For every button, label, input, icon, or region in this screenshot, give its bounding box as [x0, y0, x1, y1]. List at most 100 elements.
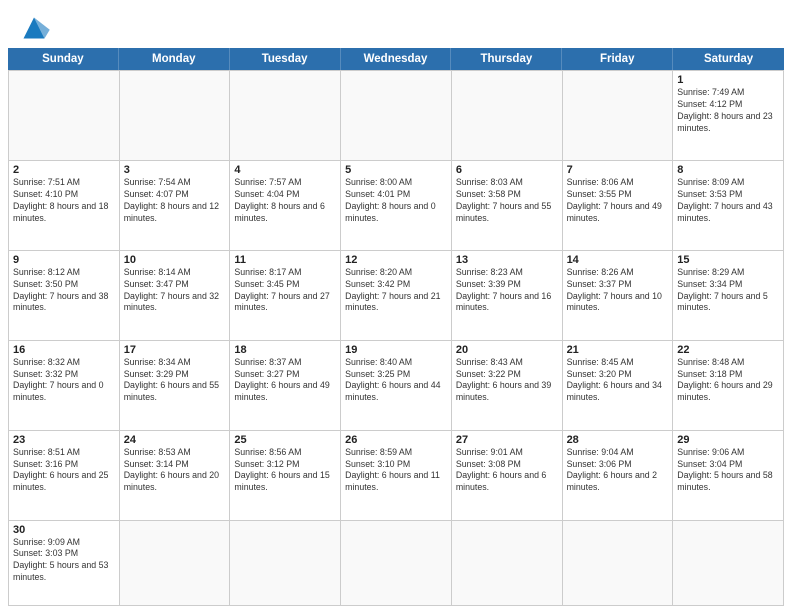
day-info: Sunrise: 9:01 AM Sunset: 3:08 PM Dayligh…	[456, 447, 558, 495]
day-info: Sunrise: 8:12 AM Sunset: 3:50 PM Dayligh…	[13, 267, 115, 315]
calendar-cell: 19Sunrise: 8:40 AM Sunset: 3:25 PM Dayli…	[341, 341, 452, 431]
day-info: Sunrise: 8:32 AM Sunset: 3:32 PM Dayligh…	[13, 357, 115, 405]
calendar-cell	[452, 71, 563, 161]
day-number: 16	[13, 344, 115, 356]
day-number: 20	[456, 344, 558, 356]
calendar-cell: 29Sunrise: 9:06 AM Sunset: 3:04 PM Dayli…	[673, 431, 784, 521]
day-info: Sunrise: 8:00 AM Sunset: 4:01 PM Dayligh…	[345, 177, 447, 225]
day-info: Sunrise: 8:45 AM Sunset: 3:20 PM Dayligh…	[567, 357, 669, 405]
calendar-cell	[563, 521, 674, 606]
day-number: 7	[567, 164, 669, 176]
calendar-cell: 8Sunrise: 8:09 AM Sunset: 3:53 PM Daylig…	[673, 161, 784, 251]
calendar-header: SundayMondayTuesdayWednesdayThursdayFrid…	[8, 48, 784, 70]
calendar-cell	[341, 521, 452, 606]
calendar-cell	[120, 71, 231, 161]
calendar-cell: 10Sunrise: 8:14 AM Sunset: 3:47 PM Dayli…	[120, 251, 231, 341]
day-info: Sunrise: 8:20 AM Sunset: 3:42 PM Dayligh…	[345, 267, 447, 315]
day-number: 2	[13, 164, 115, 176]
calendar-cell: 6Sunrise: 8:03 AM Sunset: 3:58 PM Daylig…	[452, 161, 563, 251]
day-info: Sunrise: 9:04 AM Sunset: 3:06 PM Dayligh…	[567, 447, 669, 495]
calendar-cell: 23Sunrise: 8:51 AM Sunset: 3:16 PM Dayli…	[9, 431, 120, 521]
page: SundayMondayTuesdayWednesdayThursdayFrid…	[0, 0, 792, 612]
day-info: Sunrise: 8:37 AM Sunset: 3:27 PM Dayligh…	[234, 357, 336, 405]
day-number: 26	[345, 434, 447, 446]
calendar-cell	[673, 521, 784, 606]
calendar-cell: 15Sunrise: 8:29 AM Sunset: 3:34 PM Dayli…	[673, 251, 784, 341]
day-info: Sunrise: 8:34 AM Sunset: 3:29 PM Dayligh…	[124, 357, 226, 405]
cal-header-day: Monday	[119, 48, 230, 70]
calendar-cell: 3Sunrise: 7:54 AM Sunset: 4:07 PM Daylig…	[120, 161, 231, 251]
day-number: 13	[456, 254, 558, 266]
calendar-cell: 28Sunrise: 9:04 AM Sunset: 3:06 PM Dayli…	[563, 431, 674, 521]
day-info: Sunrise: 8:56 AM Sunset: 3:12 PM Dayligh…	[234, 447, 336, 495]
calendar-cell: 2Sunrise: 7:51 AM Sunset: 4:10 PM Daylig…	[9, 161, 120, 251]
day-number: 21	[567, 344, 669, 356]
day-info: Sunrise: 7:57 AM Sunset: 4:04 PM Dayligh…	[234, 177, 336, 225]
day-info: Sunrise: 8:26 AM Sunset: 3:37 PM Dayligh…	[567, 267, 669, 315]
calendar-cell: 24Sunrise: 8:53 AM Sunset: 3:14 PM Dayli…	[120, 431, 231, 521]
calendar-cell: 11Sunrise: 8:17 AM Sunset: 3:45 PM Dayli…	[230, 251, 341, 341]
day-number: 25	[234, 434, 336, 446]
header	[0, 0, 792, 48]
calendar-cell	[563, 71, 674, 161]
day-number: 5	[345, 164, 447, 176]
day-number: 15	[677, 254, 779, 266]
calendar-cell: 1Sunrise: 7:49 AM Sunset: 4:12 PM Daylig…	[673, 71, 784, 161]
calendar-cell: 20Sunrise: 8:43 AM Sunset: 3:22 PM Dayli…	[452, 341, 563, 431]
day-number: 19	[345, 344, 447, 356]
calendar-cell: 7Sunrise: 8:06 AM Sunset: 3:55 PM Daylig…	[563, 161, 674, 251]
calendar-cell: 30Sunrise: 9:09 AM Sunset: 3:03 PM Dayli…	[9, 521, 120, 606]
calendar-cell	[120, 521, 231, 606]
day-info: Sunrise: 8:23 AM Sunset: 3:39 PM Dayligh…	[456, 267, 558, 315]
day-info: Sunrise: 9:09 AM Sunset: 3:03 PM Dayligh…	[13, 537, 115, 585]
calendar-cell: 18Sunrise: 8:37 AM Sunset: 3:27 PM Dayli…	[230, 341, 341, 431]
calendar-cell: 26Sunrise: 8:59 AM Sunset: 3:10 PM Dayli…	[341, 431, 452, 521]
day-number: 23	[13, 434, 115, 446]
cal-header-day: Friday	[562, 48, 673, 70]
calendar-cell	[230, 71, 341, 161]
calendar-cell	[9, 71, 120, 161]
day-info: Sunrise: 8:51 AM Sunset: 3:16 PM Dayligh…	[13, 447, 115, 495]
day-info: Sunrise: 9:06 AM Sunset: 3:04 PM Dayligh…	[677, 447, 779, 495]
calendar: SundayMondayTuesdayWednesdayThursdayFrid…	[0, 48, 792, 612]
calendar-cell: 5Sunrise: 8:00 AM Sunset: 4:01 PM Daylig…	[341, 161, 452, 251]
calendar-cell: 17Sunrise: 8:34 AM Sunset: 3:29 PM Dayli…	[120, 341, 231, 431]
day-number: 4	[234, 164, 336, 176]
day-number: 29	[677, 434, 779, 446]
day-info: Sunrise: 8:53 AM Sunset: 3:14 PM Dayligh…	[124, 447, 226, 495]
calendar-cell: 22Sunrise: 8:48 AM Sunset: 3:18 PM Dayli…	[673, 341, 784, 431]
day-info: Sunrise: 8:06 AM Sunset: 3:55 PM Dayligh…	[567, 177, 669, 225]
cal-header-day: Sunday	[8, 48, 119, 70]
calendar-cell: 25Sunrise: 8:56 AM Sunset: 3:12 PM Dayli…	[230, 431, 341, 521]
day-info: Sunrise: 7:54 AM Sunset: 4:07 PM Dayligh…	[124, 177, 226, 225]
day-number: 27	[456, 434, 558, 446]
cal-header-day: Thursday	[451, 48, 562, 70]
day-info: Sunrise: 8:09 AM Sunset: 3:53 PM Dayligh…	[677, 177, 779, 225]
day-number: 1	[677, 74, 779, 86]
day-number: 22	[677, 344, 779, 356]
day-number: 12	[345, 254, 447, 266]
cal-header-day: Saturday	[673, 48, 784, 70]
calendar-cell: 4Sunrise: 7:57 AM Sunset: 4:04 PM Daylig…	[230, 161, 341, 251]
day-info: Sunrise: 8:17 AM Sunset: 3:45 PM Dayligh…	[234, 267, 336, 315]
calendar-cell: 12Sunrise: 8:20 AM Sunset: 3:42 PM Dayli…	[341, 251, 452, 341]
logo	[16, 14, 56, 42]
cal-header-day: Tuesday	[230, 48, 341, 70]
day-number: 10	[124, 254, 226, 266]
day-info: Sunrise: 8:40 AM Sunset: 3:25 PM Dayligh…	[345, 357, 447, 405]
day-info: Sunrise: 8:43 AM Sunset: 3:22 PM Dayligh…	[456, 357, 558, 405]
day-number: 11	[234, 254, 336, 266]
day-info: Sunrise: 8:59 AM Sunset: 3:10 PM Dayligh…	[345, 447, 447, 495]
calendar-cell: 13Sunrise: 8:23 AM Sunset: 3:39 PM Dayli…	[452, 251, 563, 341]
day-info: Sunrise: 8:03 AM Sunset: 3:58 PM Dayligh…	[456, 177, 558, 225]
calendar-cell: 16Sunrise: 8:32 AM Sunset: 3:32 PM Dayli…	[9, 341, 120, 431]
logo-icon	[16, 14, 52, 42]
day-number: 14	[567, 254, 669, 266]
day-number: 18	[234, 344, 336, 356]
cal-header-day: Wednesday	[341, 48, 452, 70]
calendar-cell: 27Sunrise: 9:01 AM Sunset: 3:08 PM Dayli…	[452, 431, 563, 521]
calendar-cell	[341, 71, 452, 161]
calendar-grid: 1Sunrise: 7:49 AM Sunset: 4:12 PM Daylig…	[8, 70, 784, 606]
day-number: 28	[567, 434, 669, 446]
day-number: 9	[13, 254, 115, 266]
